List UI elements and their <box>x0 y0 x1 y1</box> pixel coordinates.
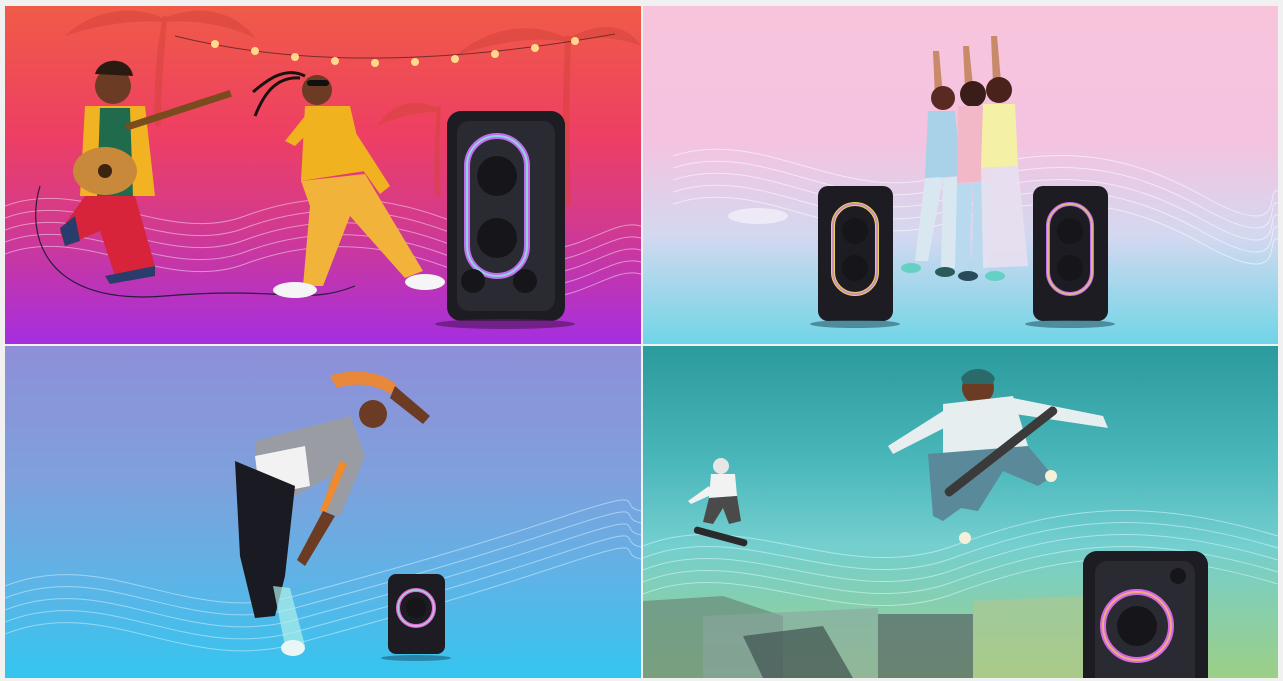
scene-guitarist-dancer <box>5 10 641 329</box>
skatepark-ramps <box>643 596 1083 678</box>
scene-skateboarders <box>643 369 1278 678</box>
image-grid <box>5 6 1278 678</box>
party-speaker-large <box>1083 551 1208 678</box>
panel-breakdancer <box>5 346 641 678</box>
panel-guitarist-dancer <box>5 6 641 344</box>
dancers-group <box>901 36 1028 281</box>
skater-large-figure <box>888 369 1108 544</box>
scene-three-dancers <box>672 36 1278 328</box>
party-speaker-small <box>381 574 451 661</box>
panel-three-dancers <box>643 6 1278 344</box>
party-speaker-large <box>435 111 575 329</box>
party-speaker-right <box>1025 186 1115 328</box>
scene-breakdancer <box>5 371 641 661</box>
collage-frame <box>0 0 1283 681</box>
skater-small-figure <box>688 458 748 547</box>
panel-skateboarders <box>643 346 1278 678</box>
party-speaker-left <box>810 186 900 328</box>
